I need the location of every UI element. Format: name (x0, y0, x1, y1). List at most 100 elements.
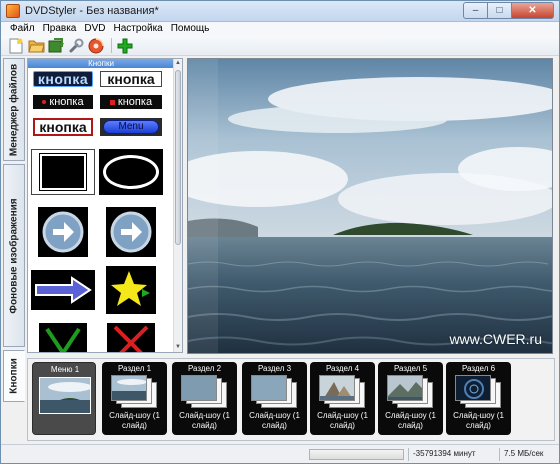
section-label: Раздел 1 (117, 364, 152, 373)
section-subtitle: Слайд-шоу (1 слайд) (109, 411, 160, 430)
bullet-square-icon (109, 99, 115, 105)
section-card-4[interactable]: Раздел 4 Слайд-шоу (1 слайд) (310, 362, 375, 435)
rectangle-shape-icon (39, 153, 87, 191)
status-separator (408, 448, 409, 461)
seascape-background (188, 59, 552, 353)
tab-backgrounds[interactable]: Фоновые изображения (3, 164, 25, 347)
panel-header: Кнопки (28, 59, 174, 68)
status-time: -35791394 минут (413, 449, 476, 458)
window-controls: – □ ✕ (463, 2, 554, 19)
section-subtitle: Слайд-шоу (1 слайд) (249, 411, 300, 430)
arrow-right-icon (35, 276, 92, 304)
save-icon[interactable] (47, 37, 65, 55)
slide-stack (455, 375, 502, 408)
tab-file-manager[interactable]: Менеджер файлов (3, 58, 25, 161)
tab-backgrounds-label: Фоновые изображения (8, 197, 20, 314)
close-button[interactable]: ✕ (512, 2, 554, 19)
maximize-button[interactable]: □ (488, 2, 512, 19)
button-preset-arrow-circle-1[interactable] (30, 207, 96, 257)
menu-thumbnail[interactable]: Меню 1 (32, 362, 96, 435)
arrow-circle-icon (42, 211, 84, 253)
menu-bar: Файл Правка DVD Настройка Помощь (1, 22, 559, 36)
menu-preview-canvas[interactable]: www.CWER.ru (187, 58, 553, 354)
slide-stack (111, 375, 158, 408)
slide-stack (387, 375, 434, 408)
status-separator (499, 448, 500, 461)
button-preset-ellipse[interactable] (98, 149, 164, 195)
section-card-2[interactable]: Раздел 2 Слайд-шоу (1 слайд) (172, 362, 237, 435)
menu-file[interactable]: Файл (6, 22, 39, 36)
section-card-5[interactable]: Раздел 5 Слайд-шоу (1 слайд) (378, 362, 443, 435)
app-window: DVDStyler - Без названия* – □ ✕ Файл Пра… (0, 0, 560, 464)
section-label: Раздел 6 (461, 364, 496, 373)
button-preset-rectangle[interactable] (30, 149, 96, 195)
button-preset-square-red[interactable]: кнопка (98, 94, 164, 110)
tab-file-manager-label: Менеджер файлов (8, 63, 20, 156)
button-preset-plain-text[interactable]: кнопка (98, 70, 164, 88)
button-preset-star[interactable] (98, 266, 164, 314)
button-preset-red-frame[interactable]: кнопка (30, 117, 96, 137)
status-bar: -35791394 минут 7.5 МБ/сек (1, 444, 559, 463)
status-speed: 7.5 МБ/сек (504, 449, 544, 458)
checkmark-icon (45, 327, 81, 352)
panel-scrollbar[interactable]: ▲ ▼ (173, 59, 182, 352)
arrow-circle-icon (110, 211, 152, 253)
buttons-panel: Кнопки кнопка кнопка кнопка кнопка кнопк… (27, 58, 183, 353)
tab-buttons[interactable]: Кнопки (3, 350, 25, 402)
button-preset-cross-red[interactable] (98, 323, 164, 352)
slide-stack (251, 375, 298, 408)
menu-dvd[interactable]: DVD (80, 22, 109, 36)
menu-thumbnail-image (39, 377, 91, 414)
dvdstyler-app-icon (6, 4, 20, 18)
button-preset-menu-blue[interactable]: Menu (98, 117, 164, 137)
new-file-icon[interactable] (7, 37, 25, 55)
menu-settings[interactable]: Настройка (110, 22, 167, 36)
button-preset-check-green[interactable] (30, 323, 96, 352)
menu-help[interactable]: Помощь (167, 22, 214, 36)
section-label: Раздел 4 (325, 364, 360, 373)
button-preset-text: кнопка (107, 71, 155, 87)
section-subtitle: Слайд-шоу (1 слайд) (453, 411, 504, 430)
section-label: Раздел 2 (187, 364, 222, 373)
open-folder-icon[interactable] (27, 37, 45, 55)
section-card-3[interactable]: Раздел 3 Слайд-шоу (1 слайд) (242, 362, 307, 435)
section-label: Раздел 5 (393, 364, 428, 373)
button-preset-text: кнопка (37, 71, 89, 87)
scrollbar-thumb[interactable] (175, 70, 181, 245)
section-label: Раздел 3 (257, 364, 292, 373)
button-preset-arrow-circle-2[interactable] (98, 207, 164, 257)
toolbar-separator (111, 38, 112, 53)
star-icon (111, 271, 150, 306)
section-subtitle: Слайд-шоу (1 слайд) (385, 411, 436, 430)
titleset-strip: Меню 1 Раздел 1 Слайд-шоу (1 слайд) Разд… (27, 358, 555, 441)
section-card-6[interactable]: Раздел 6 Слайд-шоу (1 слайд) (446, 362, 511, 435)
menu-button-text: Menu (118, 121, 144, 132)
window-title: DVDStyler - Без названия* (25, 5, 159, 17)
scroll-up-icon[interactable]: ▲ (174, 59, 182, 68)
button-preset-text: кнопка (49, 96, 84, 108)
slide-stack (181, 375, 228, 408)
vertical-tab-strip: Менеджер файлов Фоновые изображения Кноп… (3, 58, 27, 441)
burn-progress-bar (309, 449, 404, 460)
bullet-dot-icon (42, 100, 47, 104)
slide-stack (319, 375, 366, 408)
minimize-button[interactable]: – (463, 2, 488, 19)
settings-wrench-icon[interactable] (67, 37, 85, 55)
title-bar: DVDStyler - Без названия* – □ ✕ (1, 1, 559, 22)
preview-watermark: www.CWER.ru (449, 331, 542, 347)
burn-disc-icon[interactable] (87, 37, 105, 55)
tab-buttons-label: Кнопки (8, 358, 20, 394)
menu-edit[interactable]: Правка (39, 22, 81, 36)
button-preset-blue-glow[interactable]: кнопка (30, 70, 96, 88)
button-preset-dot-red[interactable]: кнопка (30, 94, 96, 110)
section-subtitle: Слайд-шоу (1 слайд) (179, 411, 230, 430)
section-card-1[interactable]: Раздел 1 Слайд-шоу (1 слайд) (102, 362, 167, 435)
cross-icon (113, 325, 149, 352)
add-icon[interactable] (116, 37, 134, 55)
scroll-down-icon[interactable]: ▼ (174, 343, 182, 352)
menu-thumbnail-label: Меню 1 (50, 365, 80, 374)
button-preset-text: кнопка (39, 119, 87, 135)
button-preset-text: кнопка (117, 96, 153, 108)
ellipse-shape-icon (103, 155, 159, 189)
button-preset-arrow-right[interactable] (30, 267, 96, 313)
